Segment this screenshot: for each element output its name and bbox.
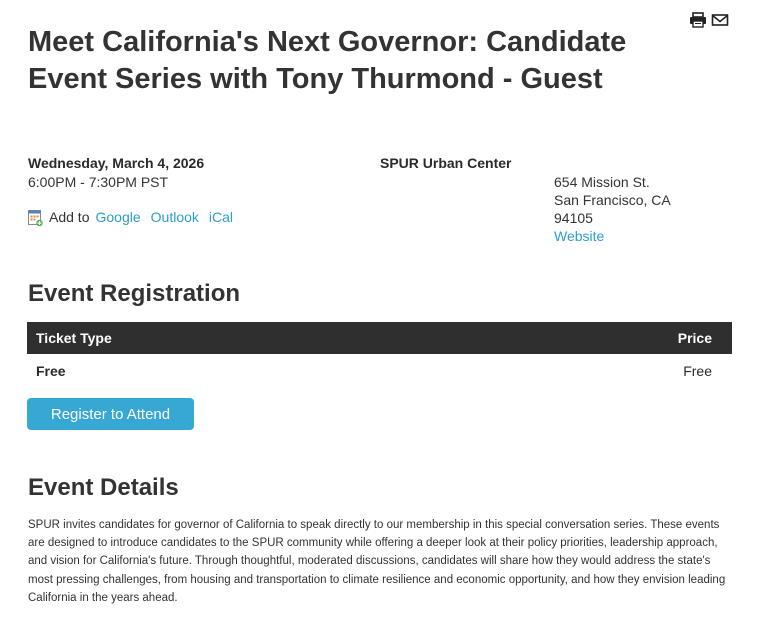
page-title: Meet California's Next Governor: Candida… <box>28 26 627 95</box>
column-price: Price <box>677 330 712 346</box>
envelope-icon[interactable] <box>711 12 729 28</box>
table-row: Free Free <box>27 354 732 388</box>
event-datetime: Wednesday, March 4, 2026 6:00PM - 7:30PM… <box>28 154 204 192</box>
address-city-state: San Francisco, CA <box>554 192 671 208</box>
venue-name: SPUR Urban Center <box>380 155 512 171</box>
calendar-add-icon <box>28 209 43 227</box>
address-zip: 94105 <box>554 210 593 226</box>
address-street: 654 Mission St. <box>554 174 650 190</box>
add-to-label: Add to <box>49 209 90 225</box>
event-date: Wednesday, March 4, 2026 <box>28 155 205 171</box>
outlook-calendar-link[interactable]: Outlook <box>151 208 199 227</box>
venue-website-link[interactable]: Website <box>554 227 671 245</box>
google-calendar-link[interactable]: Google <box>95 208 140 227</box>
add-to-calendar: Add to Google Outlook iCal <box>28 208 233 227</box>
details-heading: Event Details <box>28 474 179 501</box>
register-button[interactable]: Register to Attend <box>27 398 194 430</box>
column-ticket-type: Ticket Type <box>36 330 112 346</box>
ticket-price-cell: Free <box>683 363 712 379</box>
ticket-table-header: Ticket Type Price <box>27 322 732 354</box>
ticket-type-cell: Free <box>36 363 66 379</box>
event-description: SPUR invites candidates for governor of … <box>28 519 726 604</box>
ticket-table: Ticket Type Price Free Free <box>27 322 732 388</box>
registration-heading: Event Registration <box>28 280 241 307</box>
venue-address: 654 Mission St. San Francisco, CA 94105 … <box>554 173 671 245</box>
event-time: 6:00PM - 7:30PM PST <box>28 174 169 190</box>
ical-link[interactable]: iCal <box>209 208 233 227</box>
